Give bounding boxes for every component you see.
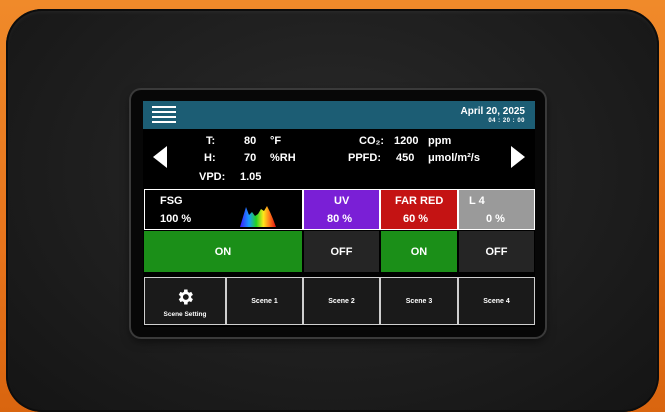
toggle-l4[interactable]: OFF [458, 230, 535, 273]
humidity-value: 70 [244, 152, 257, 164]
ppfd-unit: μmol/m²/s [428, 152, 480, 164]
scene-3-button[interactable]: Scene 3 [380, 277, 458, 325]
light-channels: FSG 100 % UV 80 % FAR RED 60 % L 4 0 % [143, 189, 535, 230]
channel-far-red[interactable]: FAR RED 60 % [380, 189, 458, 230]
channel-toggles: ON OFF ON OFF [143, 230, 535, 273]
vpd-value: 1.05 [240, 171, 262, 183]
arrow-right-icon[interactable] [511, 146, 525, 168]
channel-uv[interactable]: UV 80 % [303, 189, 380, 230]
toggle-far-red[interactable]: ON [380, 230, 458, 273]
top-bar: April 20, 2025 04 : 20 : 00 [143, 101, 535, 129]
scene-2-button[interactable]: Scene 2 [303, 277, 380, 325]
vpd-label: VPD: [199, 171, 226, 183]
arrow-left-icon[interactable] [153, 146, 167, 168]
co2-label: CO₂: [359, 135, 385, 147]
channel-name: UV [334, 195, 350, 207]
channel-percent: 80 % [327, 213, 353, 225]
scene-setting-label: Scene Setting [163, 311, 207, 318]
channel-name: FSG [160, 195, 183, 207]
time-display: 04 : 20 : 00 [488, 118, 525, 124]
date-display: April 20, 2025 [460, 106, 525, 117]
temperature-label: T: [206, 135, 216, 147]
scene-1-button[interactable]: Scene 1 [226, 277, 303, 325]
spectrum-icon [240, 206, 276, 227]
humidity-unit: %RH [270, 152, 296, 164]
channel-fsg[interactable]: FSG 100 % [144, 189, 303, 230]
touch-screen: April 20, 2025 04 : 20 : 00 T: 80 °F H: … [143, 101, 535, 327]
co2-unit: ppm [428, 135, 452, 147]
scene-bar: Scene Setting Scene 1 Scene 2 Scene 3 Sc… [143, 277, 535, 325]
channel-percent: 60 % [403, 213, 429, 225]
scene-4-button[interactable]: Scene 4 [458, 277, 535, 325]
channel-percent: 100 % [160, 213, 192, 225]
sensor-readings: T: 80 °F H: 70 %RH VPD: 1.05 CO₂: 1200 p… [143, 129, 535, 186]
channel-name: FAR RED [395, 195, 444, 207]
ppfd-value: 450 [396, 152, 415, 164]
temperature-value: 80 [244, 135, 257, 147]
channel-percent: 0 % [486, 213, 505, 225]
humidity-label: H: [204, 152, 216, 164]
temperature-unit: °F [270, 135, 282, 147]
toggle-fsg[interactable]: ON [143, 230, 303, 273]
menu-icon[interactable] [152, 106, 176, 124]
ppfd-label: PPFD: [348, 152, 381, 164]
channel-name: L 4 [469, 195, 485, 207]
scene-setting-button[interactable]: Scene Setting [144, 277, 226, 325]
gear-icon [178, 289, 193, 305]
toggle-uv[interactable]: OFF [303, 230, 380, 273]
channel-l4[interactable]: L 4 0 % [458, 189, 535, 230]
co2-value: 1200 [394, 135, 419, 147]
